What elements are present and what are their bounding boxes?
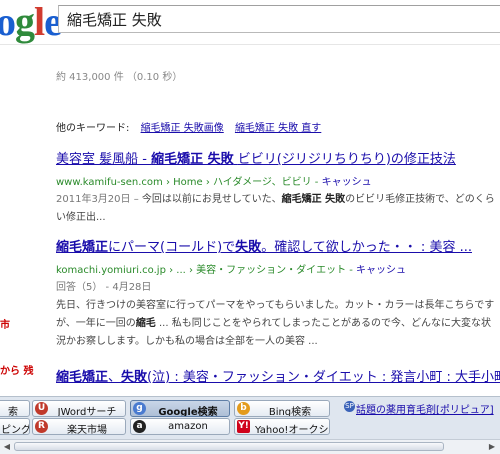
search-result: 縮毛矯正、失敗(泣) : 美容・ファッション・ダイエット : 発言小町 : 大手…	[56, 366, 500, 385]
google-logo[interactable]: ogle	[0, 2, 62, 42]
left-edge-text: 市	[0, 320, 10, 331]
result-snippet: 回答（5） - 4月28日 先日、行きつけの美容室に行ってパーマをやってもらいまし…	[56, 282, 495, 347]
amazon-icon: a	[133, 420, 146, 433]
related-label: 他のキーワード:	[56, 123, 130, 134]
result-title-link[interactable]: 縮毛矯正、失敗(泣) : 美容・ファッション・ダイエット : 発言小町 : 大手…	[56, 366, 500, 385]
news-icon: SP	[344, 401, 355, 412]
search-header: ogle	[0, 0, 500, 44]
search-box[interactable]	[58, 5, 500, 33]
news-link[interactable]: 話題の薬用育毛剤[ポリピュア]	[356, 401, 494, 416]
toolbar-button-rakuten[interactable]: R 楽天市場	[32, 418, 126, 435]
yahoo-icon: Y!	[237, 420, 250, 433]
rakuten-icon: R	[35, 420, 48, 433]
scroll-thumb[interactable]	[14, 442, 444, 451]
toolbar-button-search[interactable]: 索	[0, 400, 30, 417]
result-snippet: 2011年3月20日 – 今回は以前にお見せしていた、縮毛矯正 失敗のビビリ毛修…	[56, 194, 495, 223]
result-url: komachi.yomiuri.co.jp › ... › 美容・ファッション・…	[56, 265, 407, 276]
result-title-link[interactable]: 縮毛矯正にパーマ(コールド)で失敗。確認して欲しかった・・ : 美容 ...	[56, 236, 500, 255]
toolbar-button-google[interactable]: g Google検索	[130, 400, 230, 417]
search-input[interactable]	[67, 10, 500, 28]
left-edge-text: から 残	[0, 366, 34, 377]
search-result: 美容室 髪風船 - 縮毛矯正 失敗 ビビリ(ジリジリちりちり)の修正技法 www…	[56, 148, 500, 227]
related-link-1[interactable]: 縮毛矯正 失敗画像	[141, 123, 224, 134]
jword-icon: U	[35, 402, 48, 415]
search-result: 縮毛矯正にパーマ(コールド)で失敗。確認して欲しかった・・ : 美容 ... k…	[56, 236, 500, 351]
bing-icon: b	[237, 402, 250, 415]
related-link-2[interactable]: 縮毛矯正 失敗 直す	[235, 123, 321, 134]
toolbar-button-jword[interactable]: U JWordサーチ	[32, 400, 126, 417]
header-divider	[0, 44, 500, 45]
cache-link[interactable]: キャッシュ	[356, 265, 406, 276]
toolbar-button-shopping[interactable]: ピング	[0, 418, 30, 435]
horizontal-scrollbar[interactable]: ◀ ▶	[0, 439, 500, 454]
toolbar-button-bing[interactable]: b Bing検索	[234, 400, 330, 417]
related-keywords: 他のキーワード: 縮毛矯正 失敗画像 縮毛矯正 失敗 直す	[56, 119, 321, 134]
result-stats: 約 413,000 件 （0.10 秒）	[56, 72, 183, 83]
cache-link[interactable]: キャッシュ	[322, 177, 372, 188]
result-url: www.kamifu-sen.com › Home › ハイダメージ、ビビリ -…	[56, 177, 372, 188]
toolbar-button-yahoo-auction[interactable]: Y! Yahoo!オークション	[234, 418, 330, 435]
scroll-left-icon[interactable]: ◀	[1, 442, 13, 452]
toolbar-button-amazon[interactable]: a amazon	[130, 418, 230, 435]
scroll-right-icon[interactable]: ▶	[486, 442, 498, 452]
result-title-link[interactable]: 美容室 髪風船 - 縮毛矯正 失敗 ビビリ(ジリジリちりちり)の修正技法	[56, 148, 500, 167]
google-icon: g	[133, 402, 146, 415]
